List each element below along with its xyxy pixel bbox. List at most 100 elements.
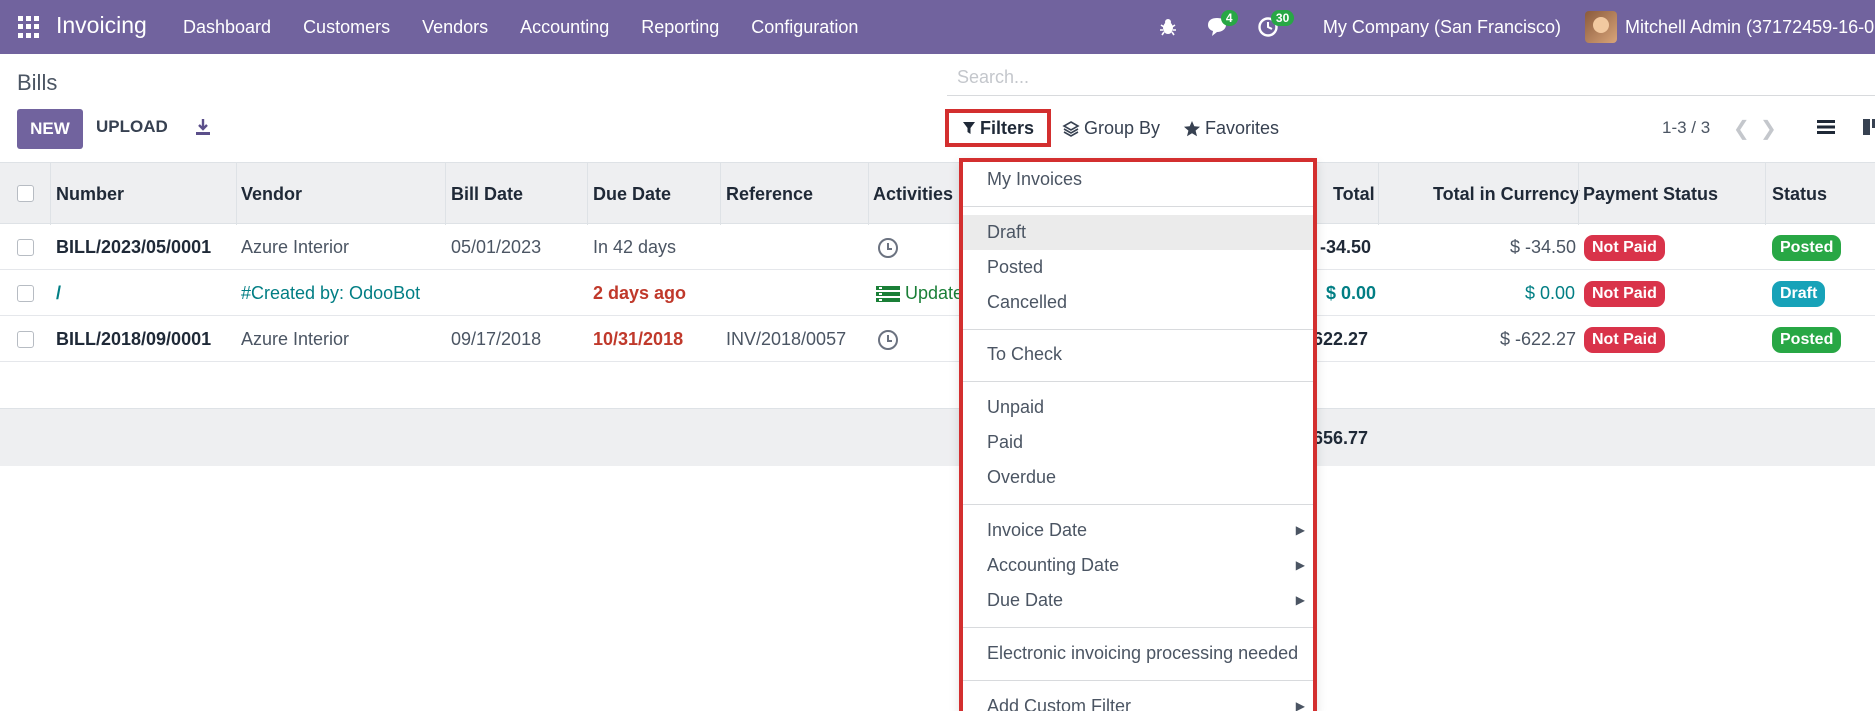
user-avatar[interactable]: [1585, 11, 1617, 43]
breadcrumb: Bills: [17, 70, 58, 95]
status-badge: Draft: [1772, 270, 1826, 316]
column-reference[interactable]: Reference: [726, 163, 813, 225]
column-status[interactable]: Status: [1772, 163, 1827, 225]
debug-bug-icon[interactable]: [1153, 12, 1183, 42]
table-row[interactable]: BILL/2023/05/0001 Azure Interior 05/01/2…: [0, 224, 1875, 270]
download-icon[interactable]: [193, 117, 213, 137]
table-footer-totals: 656.77: [0, 408, 1875, 466]
chevron-right-icon[interactable]: ❯: [1760, 116, 1777, 141]
menu-item-reporting[interactable]: Reporting: [641, 17, 719, 38]
cell-vendor: Azure Interior: [241, 237, 350, 257]
menu-item-vendors[interactable]: Vendors: [422, 17, 488, 38]
apps-menu-icon[interactable]: [18, 16, 40, 38]
filter-draft[interactable]: Draft: [963, 215, 1313, 250]
filter-accounting-date[interactable]: Accounting Date ▶: [963, 548, 1313, 583]
filter-my-invoices[interactable]: My Invoices: [963, 162, 1313, 197]
top-navbar: Invoicing Dashboard Customers Vendors Ac…: [0, 0, 1875, 54]
messages-badge: 4: [1220, 10, 1238, 26]
activities-badge: 30: [1270, 10, 1295, 26]
activity-clock-icon[interactable]: [878, 224, 898, 270]
user-menu[interactable]: Mitchell Admin (37172459-16-0: [1625, 17, 1875, 38]
cell-number: /: [56, 283, 62, 303]
filters-label: Filters: [979, 117, 1035, 138]
cell-vendor: #Created by: OdooBot: [241, 283, 421, 303]
list-view-icon[interactable]: [1815, 116, 1839, 140]
column-vendor[interactable]: Vendor: [241, 163, 302, 225]
filters-button[interactable]: Filters: [945, 109, 1051, 147]
upload-button[interactable]: UPLOAD: [96, 117, 168, 137]
main-menu: Dashboard Customers Vendors Accounting R…: [183, 0, 890, 54]
cell-vendor: Azure Interior: [241, 329, 350, 349]
caret-right-icon: ▶: [1295, 558, 1305, 572]
cell-total-in-currency: $ -34.50: [1510, 237, 1577, 257]
pager-value[interactable]: 1-3 / 3: [1662, 118, 1710, 138]
filter-overdue[interactable]: Overdue: [963, 460, 1313, 495]
search-input[interactable]: [947, 60, 1875, 96]
column-number[interactable]: Number: [56, 163, 124, 225]
column-payment-status[interactable]: Payment Status: [1583, 163, 1718, 225]
column-divider: [1378, 163, 1379, 225]
app-name[interactable]: Invoicing: [56, 12, 147, 39]
navbar-right: 4 30 My Company (San Francisco) Mitchell…: [1153, 0, 1875, 54]
cell-total: 622.27: [1313, 329, 1369, 349]
kanban-view-icon[interactable]: [1861, 116, 1875, 140]
activity-update[interactable]: Update: [876, 270, 963, 316]
column-due-date[interactable]: Due Date: [593, 163, 671, 225]
table-row[interactable]: / #Created by: OdooBot 2 days ago Update…: [0, 270, 1875, 316]
column-activities[interactable]: Activities: [873, 163, 953, 225]
column-bill-date[interactable]: Bill Date: [451, 163, 523, 225]
row-checkbox[interactable]: [17, 239, 34, 256]
dropdown-divider: [963, 329, 1313, 330]
select-all-checkbox[interactable]: [17, 185, 34, 202]
add-custom-filter[interactable]: Add Custom Filter ▶: [963, 689, 1313, 711]
dropdown-divider: [963, 680, 1313, 681]
cell-reference: INV/2018/0057: [726, 329, 847, 349]
column-total[interactable]: Total: [1333, 163, 1375, 225]
status-badge: Posted: [1772, 224, 1842, 270]
column-divider: [587, 163, 588, 225]
cell-number: BILL/2023/05/0001: [56, 237, 212, 257]
cell-due-date: In 42 days: [593, 237, 677, 257]
activities-clock-icon[interactable]: 30: [1253, 10, 1295, 42]
filter-invoice-date[interactable]: Invoice Date ▶: [963, 513, 1313, 548]
filter-unpaid[interactable]: Unpaid: [963, 390, 1313, 425]
payment-status-badge: Not Paid: [1584, 316, 1665, 362]
layers-icon: [1062, 120, 1080, 137]
cell-total: $ 0.00: [1326, 283, 1377, 303]
dropdown-divider: [963, 627, 1313, 628]
row-checkbox[interactable]: [17, 331, 34, 348]
filters-dropdown: My Invoices Draft Posted Cancelled To Ch…: [959, 158, 1317, 711]
menu-item-dashboard[interactable]: Dashboard: [183, 17, 271, 38]
filter-cancelled[interactable]: Cancelled: [963, 285, 1313, 320]
group-by-label: Group By: [1084, 118, 1161, 138]
column-total-in-currency[interactable]: Total in Currency: [1433, 163, 1580, 225]
filter-electronic-invoicing[interactable]: Electronic invoicing processing needed: [963, 636, 1313, 671]
menu-item-accounting[interactable]: Accounting: [520, 17, 609, 38]
company-switcher[interactable]: My Company (San Francisco): [1323, 17, 1561, 38]
favorites-button[interactable]: Favorites: [1183, 118, 1279, 139]
filter-due-date[interactable]: Due Date ▶: [963, 583, 1313, 618]
caret-right-icon: ▶: [1295, 593, 1305, 607]
table-row[interactable]: BILL/2018/09/0001 Azure Interior 09/17/2…: [0, 316, 1875, 362]
column-divider: [445, 163, 446, 225]
filter-to-check[interactable]: To Check: [963, 337, 1313, 372]
payment-status-badge: Not Paid: [1584, 224, 1665, 270]
group-by-button[interactable]: Group By: [1062, 118, 1160, 139]
chevron-left-icon[interactable]: ❮: [1733, 116, 1750, 141]
cell-total-in-currency: $ 0.00: [1525, 283, 1576, 303]
filter-paid[interactable]: Paid: [963, 425, 1313, 460]
activity-clock-icon[interactable]: [878, 316, 898, 362]
cell-number: BILL/2018/09/0001: [56, 329, 212, 349]
filter-posted[interactable]: Posted: [963, 250, 1313, 285]
row-checkbox[interactable]: [17, 285, 34, 302]
menu-item-configuration[interactable]: Configuration: [751, 17, 858, 38]
cell-total-in-currency: $ -622.27: [1500, 329, 1577, 349]
messages-icon[interactable]: 4: [1203, 10, 1238, 42]
cell-bill-date: 09/17/2018: [451, 329, 542, 349]
filter-funnel-icon: [962, 122, 975, 134]
new-button[interactable]: NEW: [17, 109, 83, 149]
menu-item-customers[interactable]: Customers: [303, 17, 390, 38]
cell-due-date: 2 days ago: [593, 283, 687, 303]
column-divider: [868, 163, 869, 225]
favorites-label: Favorites: [1205, 118, 1280, 138]
